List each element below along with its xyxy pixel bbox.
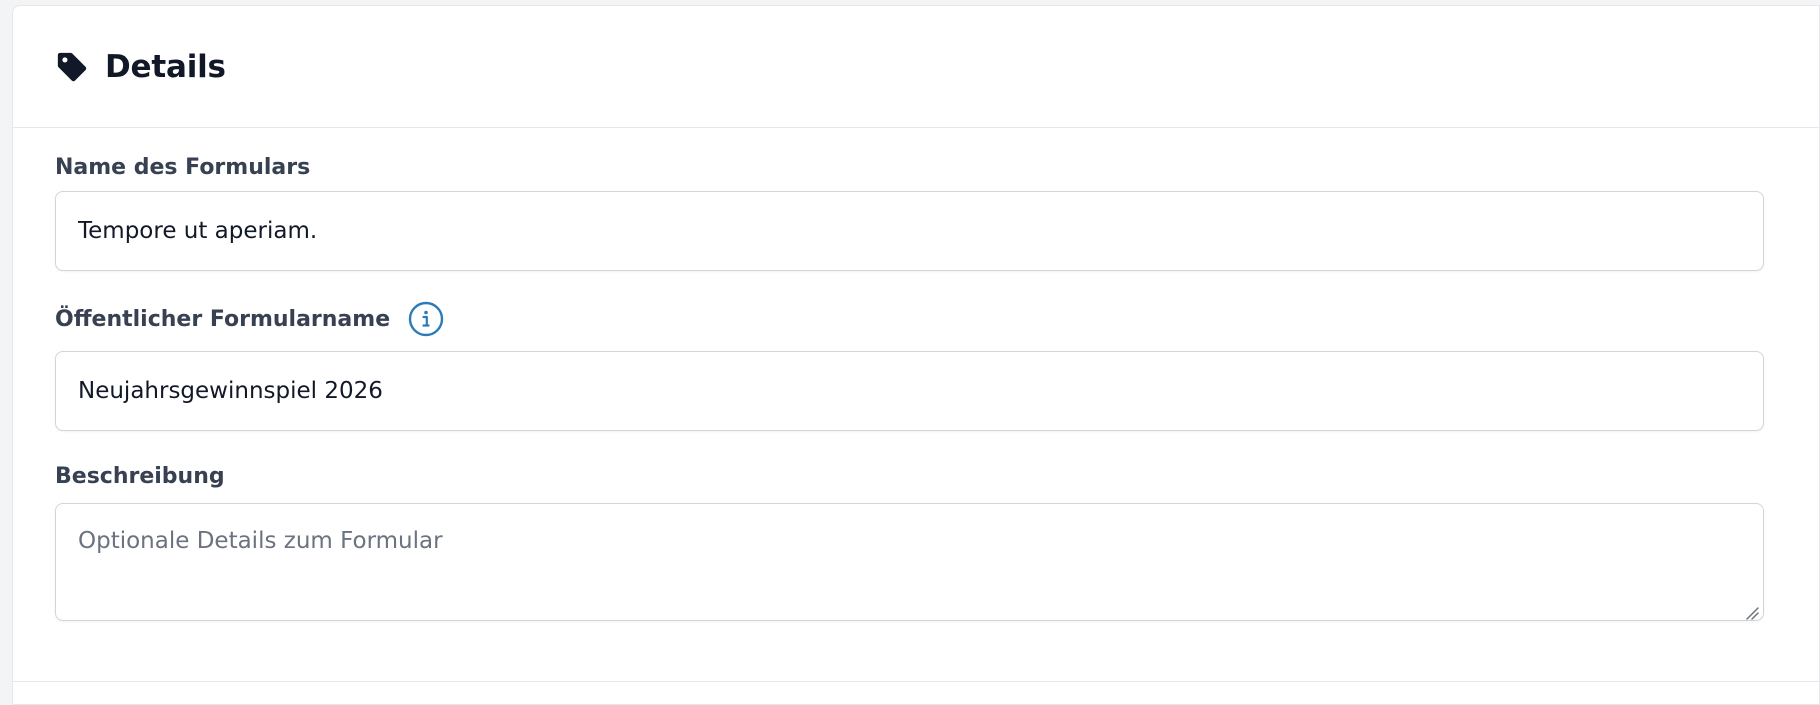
public-name-label-row: Öffentlicher Formularname xyxy=(55,301,444,337)
details-card: Details Name des Formulars Tempore ut ap… xyxy=(12,5,1820,705)
description-textarea[interactable]: Optionale Details zum Formular xyxy=(55,503,1764,621)
public-name-input[interactable]: Neujahrsgewinnspiel 2026 xyxy=(55,351,1764,431)
description-placeholder: Optionale Details zum Formular xyxy=(78,528,443,554)
card-header: Details xyxy=(13,6,1819,128)
description-label: Beschreibung xyxy=(55,464,225,489)
card-title: Details xyxy=(105,48,226,85)
form-name-label: Name des Formulars xyxy=(55,155,311,180)
resize-handle-icon[interactable] xyxy=(1743,600,1759,620)
public-name-label: Öffentlicher Formularname xyxy=(55,306,391,332)
info-icon[interactable] xyxy=(408,301,444,337)
section-divider xyxy=(13,681,1820,682)
form-name-input[interactable]: Tempore ut aperiam. xyxy=(55,191,1764,271)
tag-icon xyxy=(55,50,89,84)
